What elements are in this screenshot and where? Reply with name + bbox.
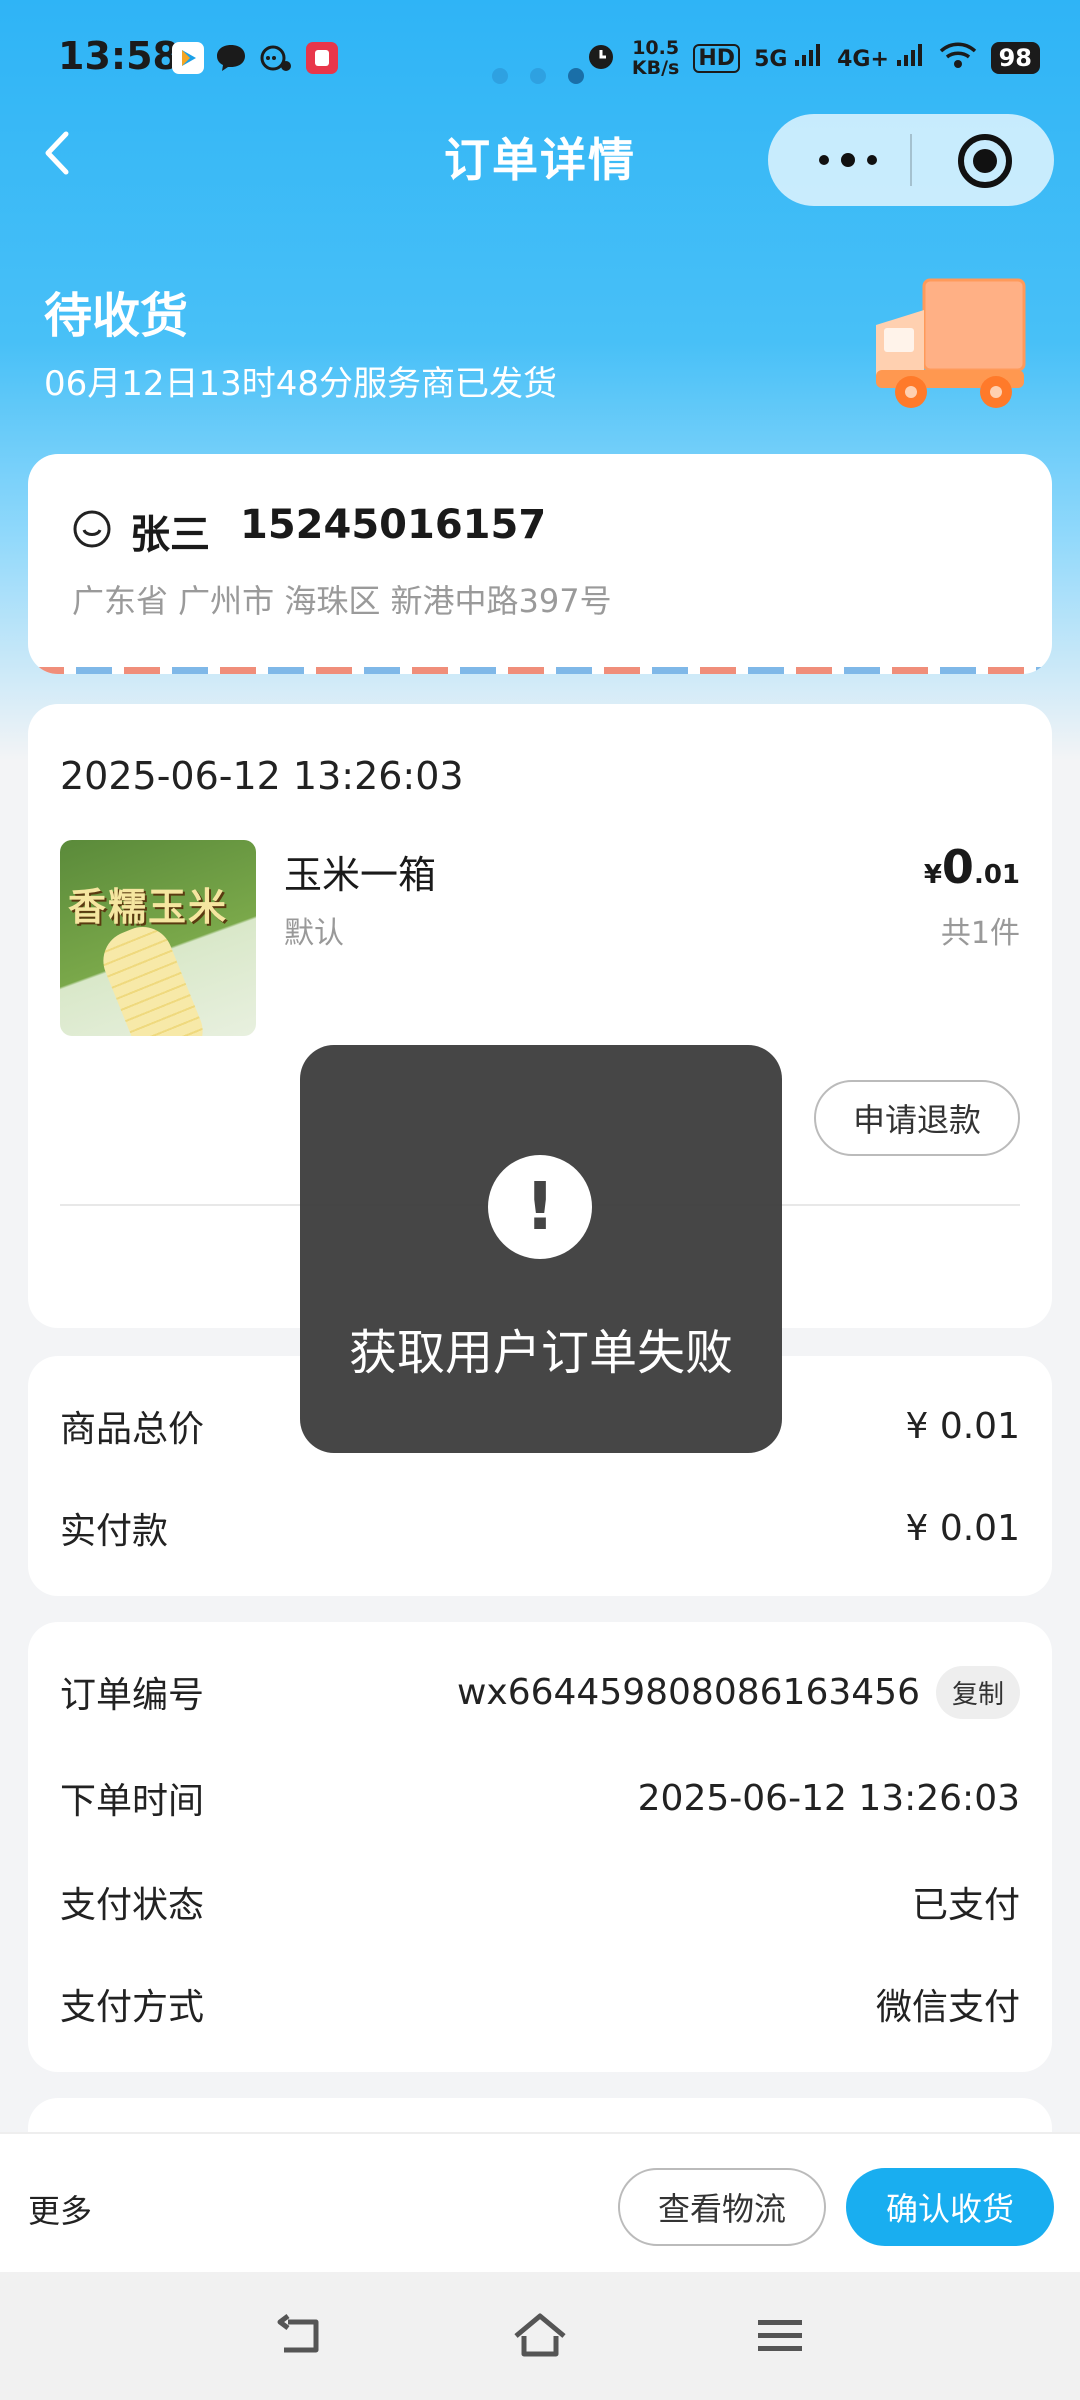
price-decimal: .01 (973, 860, 1020, 890)
product-image[interactable]: 香糯玉米 (60, 840, 256, 1036)
close-miniprogram-icon[interactable] (958, 134, 1012, 188)
info-row: 支付方式 微信支付 (60, 1974, 1020, 2034)
info-row-value: 已支付 (911, 1885, 1020, 1926)
info-row: 支付状态 已支付 (60, 1872, 1020, 1932)
page-dot-active (568, 68, 584, 84)
order-number-value: wx664459808086163456 (456, 1671, 920, 1713)
status-time: 13:58 (58, 34, 179, 78)
video-app-icon (172, 42, 204, 74)
hd-badge: HD (693, 43, 741, 73)
status-bar: 13:58 10.5 KB/s HD 5G 4G+ 98 (0, 0, 1080, 120)
signal-4g: 4G+ (837, 44, 924, 72)
price-row: 实付款 ¥ 0.01 (60, 1498, 1020, 1558)
battery-indicator: 98 (990, 42, 1040, 74)
price-row-label: 实付款 (60, 1511, 169, 1552)
info-row-label: 下单时间 (60, 1781, 205, 1822)
bottom-action-bar: 更多 查看物流 确认收货 (0, 2132, 1080, 2272)
net-speed: 10.5 KB/s (632, 38, 679, 78)
info-row: 下单时间 2025-06-12 13:26:03 (60, 1768, 1020, 1828)
system-navigation-bar (0, 2272, 1080, 2400)
address-stripe (28, 667, 1052, 674)
price-symbol: ¥ (923, 860, 942, 890)
more-link[interactable]: 更多 (28, 2186, 92, 2232)
more-options-icon[interactable] (808, 140, 888, 180)
address-detail: 广东省 广州市 海珠区 新港中路397号 (72, 582, 612, 620)
warning-icon: ! (488, 1155, 592, 1259)
net-speed-value: 10.5 (632, 37, 680, 59)
system-menu-icon[interactable] (750, 2308, 810, 2364)
person-location-icon (72, 509, 112, 549)
price-row-value: ¥ 0.01 (905, 1507, 1020, 1549)
product-image-text: 香糯玉米 (68, 885, 229, 929)
capsule-divider (910, 134, 912, 186)
order-time: 2025-06-12 13:26:03 (60, 754, 464, 798)
product-spec: 默认 (284, 916, 344, 951)
net-speed-unit: KB/s (631, 57, 680, 79)
recipient-name: 张三 (130, 512, 210, 558)
info-row-label: 支付方式 (60, 1987, 205, 2028)
message-icon (258, 44, 292, 78)
product-price: ¥0.01 (924, 840, 1020, 894)
info-row-value: 2025-06-12 13:26:03 (637, 1777, 1020, 1819)
view-logistics-button[interactable]: 查看物流 (618, 2168, 826, 2246)
chat-bubble-icon (214, 42, 248, 78)
toast-message: 获取用户订单失败 (348, 1325, 733, 1381)
order-number-label: 订单编号 (60, 1675, 205, 1716)
wifi-icon (939, 42, 977, 74)
product-quantity: 共1件 (940, 916, 1020, 951)
system-back-icon[interactable] (270, 2308, 330, 2364)
price-row-value: ¥ 0.01 (905, 1405, 1020, 1447)
order-status-title: 待收货 (44, 288, 189, 344)
address-card[interactable]: 张三 15245016157 广东省 广州市 海珠区 新港中路397号 (28, 454, 1052, 674)
order-info-card: 订单编号 wx664459808086163456 复制 下单时间 2025-0… (28, 1622, 1052, 2072)
order-number-group: wx664459808086163456 复制 (456, 1665, 1020, 1719)
delivery-truck-icon (866, 270, 1036, 420)
alarm-icon (584, 39, 618, 77)
info-row-label: 支付状态 (60, 1885, 205, 1926)
miniprogram-capsule (768, 114, 1054, 206)
status-right-group: 10.5 KB/s HD 5G 4G+ 98 (584, 38, 1040, 78)
shipping-info: 06月12日13时48分服务商已发货 (44, 364, 558, 404)
price-integer: 0 (941, 840, 974, 894)
confirm-receipt-button[interactable]: 确认收货 (846, 2168, 1054, 2246)
price-row-label: 商品总价 (60, 1409, 205, 1450)
info-row-value: 微信支付 (875, 1987, 1020, 2028)
recipient-phone: 15245016157 (240, 502, 547, 548)
page-dots (492, 68, 584, 84)
signal-5g: 5G (754, 44, 823, 72)
copy-button[interactable]: 复制 (935, 1665, 1020, 1719)
corn-graphic (94, 917, 212, 1036)
system-home-icon[interactable] (510, 2308, 570, 2364)
order-number-row: 订单编号 wx664459808086163456 复制 (60, 1662, 1020, 1722)
page-dot (530, 68, 546, 84)
product-name[interactable]: 玉米一箱 (284, 844, 436, 899)
signal-5g-label: 5G (754, 47, 788, 72)
page-dot (492, 68, 508, 84)
signal-4g-label: 4G+ (837, 47, 889, 72)
error-toast: ! 获取用户订单失败 (300, 1045, 782, 1453)
refund-button[interactable]: 申请退款 (814, 1080, 1020, 1156)
shopping-app-icon (306, 42, 338, 74)
